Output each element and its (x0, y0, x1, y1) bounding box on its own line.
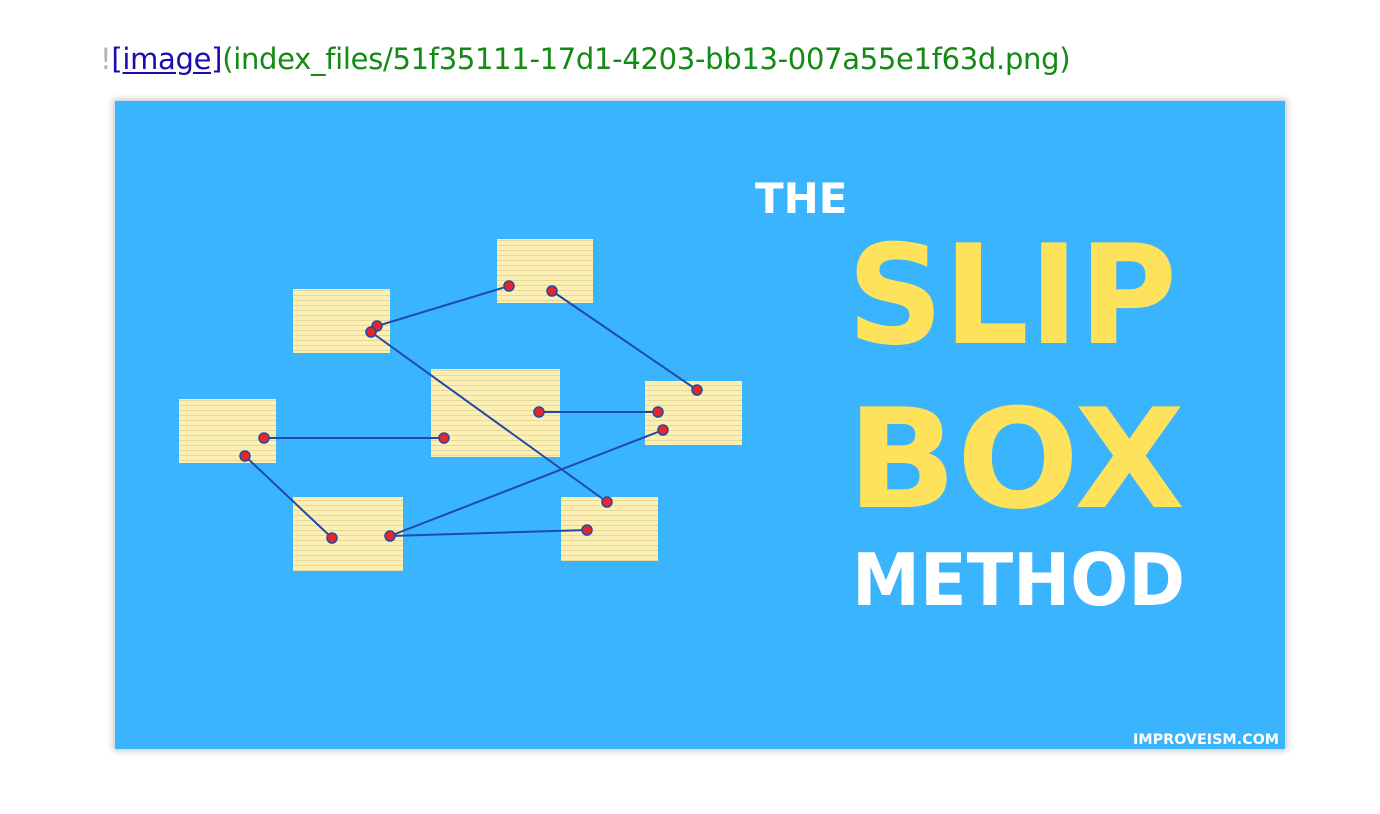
slip-box-graphic: THE SLIP BOX METHOD IMPROVEISM.COM (115, 101, 1285, 749)
slip-box-illustration: THE SLIP BOX METHOD IMPROVEISM.COM (115, 101, 1285, 749)
connector-dot (652, 406, 664, 418)
title-box: BOX (847, 379, 1185, 540)
connector-dot (533, 406, 545, 418)
connector-dot (601, 496, 613, 508)
connector-dot (581, 524, 593, 536)
note-card (497, 239, 593, 303)
connector-dot (239, 450, 251, 462)
connector-dot (384, 530, 396, 542)
title-method: METHOD (852, 538, 1185, 622)
image-path-text: (index_files/51f35111-17d1-4203-bb13-007… (222, 42, 1071, 76)
note-card (179, 399, 276, 463)
connector-dot (691, 384, 703, 396)
connector-dot (503, 280, 515, 292)
title-slip: SLIP (847, 215, 1177, 376)
image-link[interactable]: [image] (111, 42, 222, 76)
connector-dot (258, 432, 270, 444)
title-the: THE (755, 174, 848, 223)
connector-dot (438, 432, 450, 444)
credit-text: IMPROVEISM.COM (1133, 732, 1279, 748)
connector-dot (546, 285, 558, 297)
connector-dot (657, 424, 669, 436)
connector-dot (365, 326, 377, 338)
markdown-image-bang: ! (100, 42, 112, 76)
connector-dot (326, 532, 338, 544)
markdown-image-reference: ![image](index_files/51f35111-17d1-4203-… (100, 38, 1071, 80)
